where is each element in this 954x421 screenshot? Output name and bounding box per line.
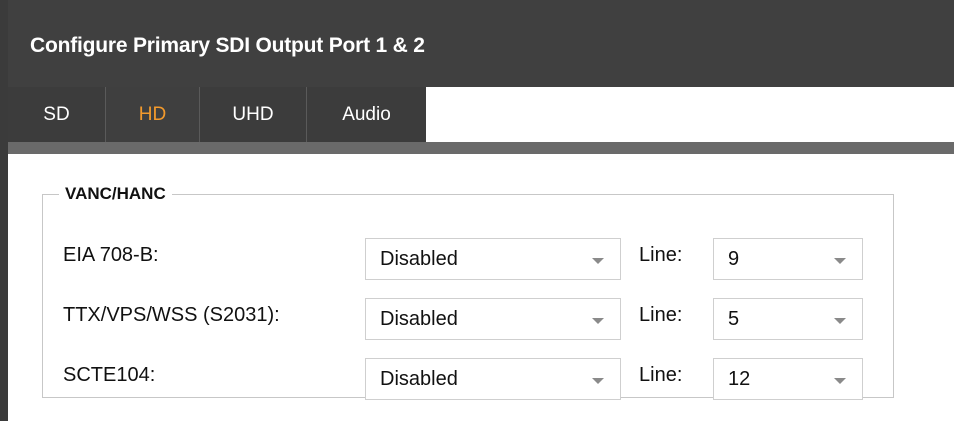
eia-708b-line-select[interactable]: 9	[713, 238, 863, 280]
scte104-label: SCTE104:	[63, 364, 156, 386]
chevron-down-icon	[592, 378, 604, 384]
eia-708b-line-value: 9	[728, 248, 740, 270]
scte104-line-select[interactable]: 12	[713, 358, 863, 400]
chevron-down-icon	[592, 258, 604, 264]
scte104-mode-value: Disabled	[380, 368, 458, 390]
eia-708b-label: EIA 708-B:	[63, 244, 159, 266]
chevron-down-icon	[834, 258, 846, 264]
vanc-hanc-legend: VANC/HANC	[65, 184, 166, 203]
ttx-vps-wss-line-select[interactable]: 5	[713, 298, 863, 340]
row-ttx-vps-wss: TTX/VPS/WSS (S2031): Disabled Line: 5	[43, 298, 893, 340]
tab-audio[interactable]: Audio	[307, 87, 426, 142]
ttx-vps-wss-line-value: 5	[728, 308, 740, 330]
scte104-mode-select[interactable]: Disabled	[365, 358, 621, 400]
chevron-down-icon	[592, 318, 604, 324]
page-title: Configure Primary SDI Output Port 1 & 2	[30, 34, 425, 57]
row-scte104: SCTE104: Disabled Line: 12	[43, 358, 893, 400]
scte104-line-label: Line:	[639, 364, 683, 386]
vanc-hanc-group: VANC/HANC EIA 708-B: Disabled Line: 9 TT…	[42, 184, 894, 400]
scte104-line-value: 12	[728, 368, 751, 390]
tab-bar: SD HD UHD Audio	[8, 87, 426, 142]
eia-708b-line-label: Line:	[639, 244, 683, 266]
tab-hd[interactable]: HD	[106, 87, 200, 142]
row-eia-708b: EIA 708-B: Disabled Line: 9	[43, 238, 893, 280]
tab-strip-empty	[426, 87, 954, 142]
chevron-down-icon	[834, 318, 846, 324]
title-bar: Configure Primary SDI Output Port 1 & 2	[8, 0, 954, 87]
ttx-vps-wss-mode-select[interactable]: Disabled	[365, 298, 621, 340]
tab-underline-bar	[8, 142, 954, 154]
eia-708b-mode-select[interactable]: Disabled	[365, 238, 621, 280]
chevron-down-icon	[834, 378, 846, 384]
eia-708b-mode-value: Disabled	[380, 248, 458, 270]
ttx-vps-wss-line-label: Line:	[639, 304, 683, 326]
tab-sd[interactable]: SD	[8, 87, 106, 142]
configure-sdi-output-window: Configure Primary SDI Output Port 1 & 2 …	[0, 0, 954, 421]
ttx-vps-wss-label: TTX/VPS/WSS (S2031):	[63, 304, 280, 326]
tab-content-hd: VANC/HANC EIA 708-B: Disabled Line: 9 TT…	[8, 154, 954, 421]
tab-uhd[interactable]: UHD	[200, 87, 307, 142]
left-edge-bar	[0, 0, 8, 421]
ttx-vps-wss-mode-value: Disabled	[380, 308, 458, 330]
